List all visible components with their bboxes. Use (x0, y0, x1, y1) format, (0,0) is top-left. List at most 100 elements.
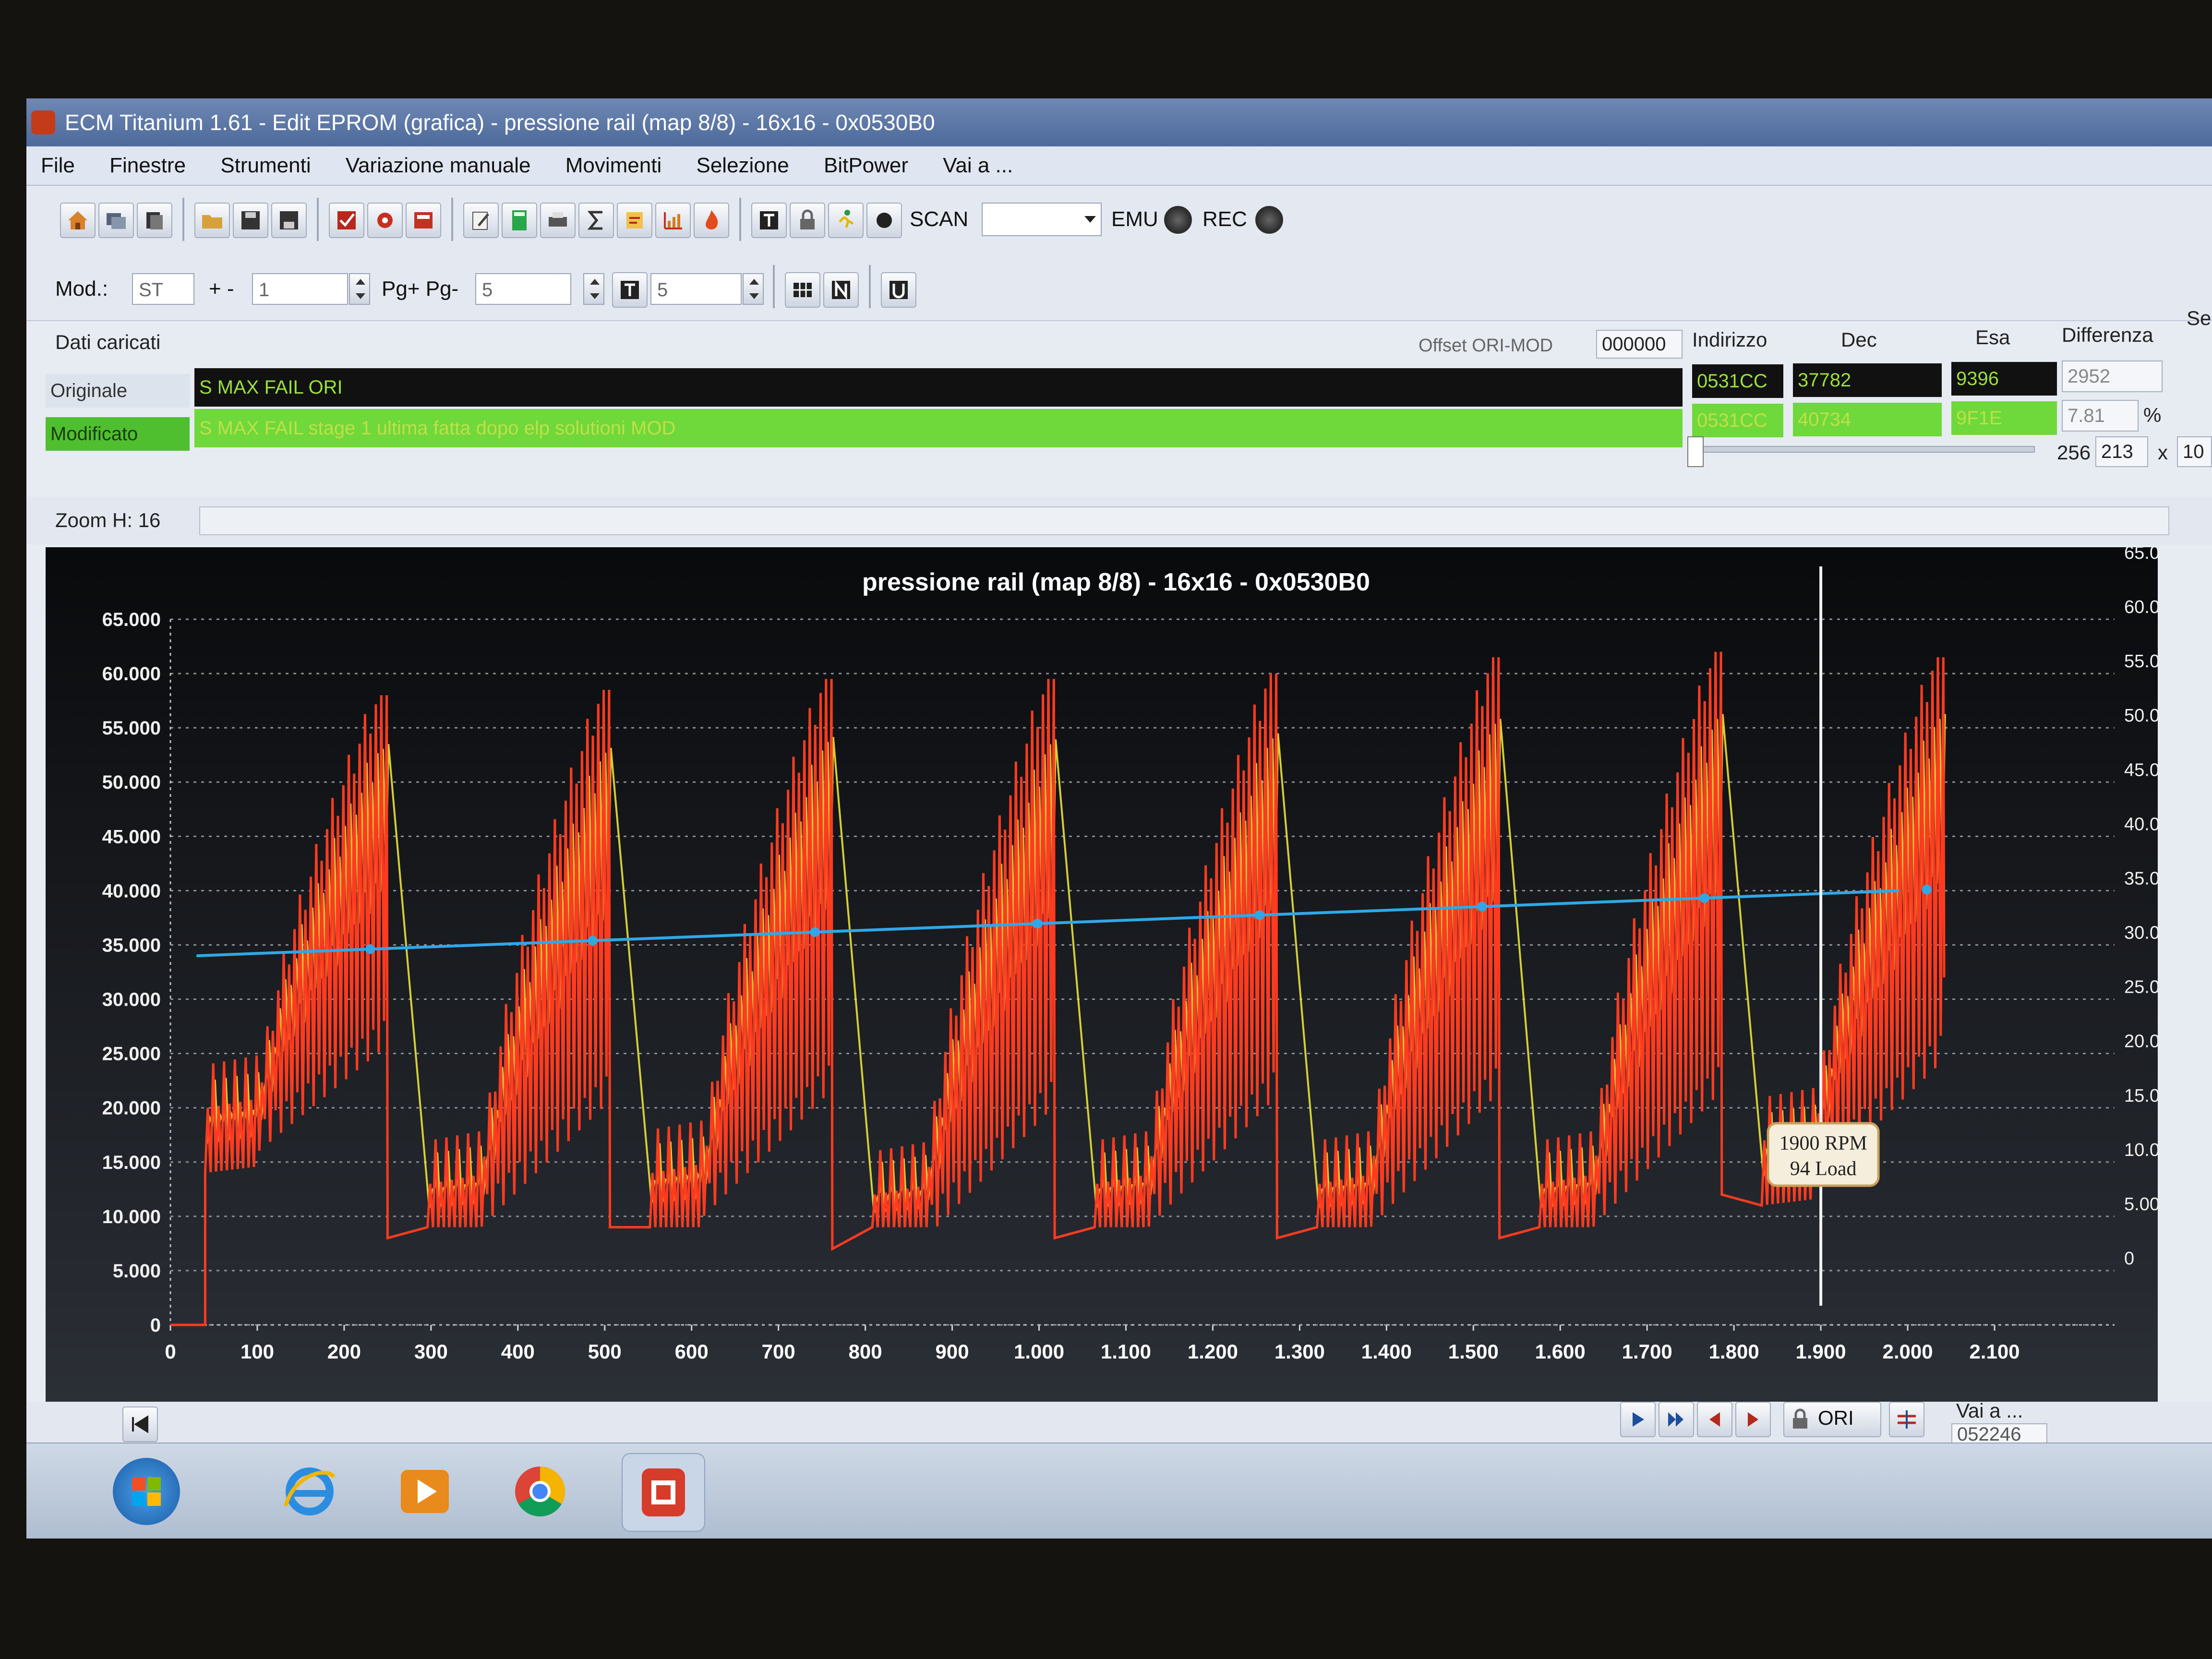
dec-header: Dec (1841, 328, 1877, 351)
right-tick-label: 35.000 (2124, 868, 2158, 889)
y-tick-label: 55.000 (102, 718, 161, 739)
mod-esa: 9F1E (1951, 401, 2057, 435)
grid-view-button[interactable] (785, 272, 820, 308)
checksum-button[interactable] (329, 203, 364, 238)
lock-icon (1793, 1408, 1807, 1429)
selez-header: Selez (2187, 307, 2212, 329)
u-button[interactable] (881, 272, 916, 308)
page-tool-button[interactable] (612, 272, 648, 308)
checksum-icon (337, 211, 356, 229)
x-tick-label: 1.700 (1622, 1340, 1672, 1363)
play-button[interactable] (1620, 1402, 1656, 1437)
menu-movimenti[interactable]: Movimenti (565, 146, 662, 185)
menu-bitpower[interactable]: BitPower (824, 146, 908, 185)
u-icon (890, 281, 908, 299)
right-tick-label: 10.000 (2124, 1140, 2158, 1160)
dot-icon (877, 213, 892, 228)
sigma-icon (587, 211, 602, 230)
menu-variazione-manuale[interactable]: Variazione manuale (346, 146, 531, 185)
title-bar: ECM Titanium 1.61 - Edit EPROM (grafica)… (26, 98, 2212, 146)
zoom-label: Zoom H: 16 (55, 509, 161, 531)
save-as-button[interactable] (271, 203, 307, 238)
save-button[interactable] (233, 203, 268, 238)
menu-strumenti[interactable]: Strumenti (220, 146, 311, 185)
zoom-scrollbar[interactable] (199, 506, 2169, 535)
scan-label: SCAN (910, 207, 969, 231)
edit-button[interactable] (463, 203, 499, 238)
n-button[interactable] (823, 272, 859, 308)
menu-file[interactable]: File (41, 146, 75, 185)
map-button[interactable] (406, 203, 441, 238)
compare-button[interactable] (1889, 1402, 1924, 1437)
copy-icon (146, 212, 163, 229)
script-button[interactable] (617, 203, 652, 238)
prev-button[interactable] (1697, 1402, 1732, 1437)
media-player-taskbar-button[interactable] (391, 1458, 458, 1525)
right-tick-label: 40.000 (2124, 814, 2158, 834)
runner-button[interactable] (828, 203, 864, 238)
step-spinner[interactable] (349, 273, 370, 305)
chart-icon (664, 212, 682, 229)
page-input[interactable]: 5 (650, 273, 742, 305)
rec-led[interactable] (1255, 206, 1283, 234)
record-dot-button[interactable] (866, 203, 902, 238)
next-button[interactable] (1735, 1402, 1771, 1437)
start-button[interactable] (113, 1458, 180, 1525)
y-tick-label: 25.000 (102, 1044, 161, 1065)
first-page-button[interactable] (122, 1407, 158, 1442)
chart-button[interactable] (655, 203, 691, 238)
pg-spinner[interactable] (583, 273, 604, 305)
x-tick-label: 700 (762, 1340, 795, 1363)
calculator-button[interactable] (502, 203, 537, 238)
size-c-input[interactable]: 10 (2177, 436, 2212, 467)
position-slider-thumb[interactable] (1687, 436, 1704, 467)
right-tick-label: 65.000 (2124, 547, 2158, 563)
lock-button[interactable] (790, 203, 825, 238)
menu-finestre[interactable]: Finestre (109, 146, 186, 185)
ecm-titanium-icon (642, 1468, 685, 1516)
text-tool-button[interactable] (751, 203, 787, 238)
windows-icon (107, 213, 126, 229)
pg-input[interactable]: 5 (475, 273, 571, 305)
prev-icon (1709, 1412, 1720, 1427)
page-spinner[interactable] (743, 273, 764, 305)
offset-input[interactable]: 000000 (1596, 330, 1683, 359)
mod-dec: 40734 (1793, 403, 1942, 436)
windows-logo-icon (132, 1477, 161, 1506)
mod-input[interactable]: ST (132, 273, 194, 305)
internet-explorer-taskbar-button[interactable] (276, 1458, 343, 1525)
windows-button[interactable] (98, 203, 134, 238)
flame-button[interactable] (694, 203, 729, 238)
tools-button[interactable] (367, 203, 403, 238)
y-tick-label: 20.000 (102, 1098, 161, 1119)
chrome-taskbar-button[interactable] (506, 1458, 574, 1525)
home-button[interactable] (60, 203, 96, 238)
x-tick-label: 1.800 (1709, 1340, 1759, 1363)
print-button[interactable] (540, 203, 576, 238)
scan-dropdown[interactable] (982, 203, 1102, 236)
skip-end-button[interactable] (1659, 1402, 1694, 1437)
right-tick-label: 15.000 (2124, 1086, 2158, 1106)
size-a: 256 (2057, 441, 2091, 464)
copy-button[interactable] (137, 203, 172, 238)
chart-svg: 0 5.000 10.000 15.000 20.000 25.000 30.000 35.0… (46, 547, 2158, 1402)
runner-icon (839, 210, 854, 228)
n-icon (832, 280, 850, 300)
ecm-titanium-taskbar-button[interactable] (622, 1453, 705, 1532)
mod-indirizzo: 0531CC (1692, 404, 1783, 437)
menu-vai-a[interactable]: Vai a ... (943, 146, 1013, 185)
lock-icon (800, 209, 815, 229)
size-x: x (2158, 441, 2168, 464)
step-input[interactable]: 1 (252, 273, 348, 305)
sum-button[interactable] (578, 203, 614, 238)
x-tick-label: 2.100 (1969, 1340, 2020, 1363)
right-tick-label: 55.000 (2124, 651, 2158, 672)
size-b-input[interactable]: 213 (2095, 436, 2148, 467)
emu-led[interactable] (1164, 206, 1192, 234)
open-folder-button[interactable] (194, 203, 230, 238)
chevron-down-icon (1084, 216, 1096, 223)
ori-button[interactable]: ORI (1783, 1402, 1881, 1437)
menu-selezione[interactable]: Selezione (696, 146, 789, 185)
data-info-panel: Dati caricati Offset ORI-MOD 000000 Indi… (26, 307, 2212, 494)
ori-indirizzo: 0531CC (1692, 364, 1783, 398)
